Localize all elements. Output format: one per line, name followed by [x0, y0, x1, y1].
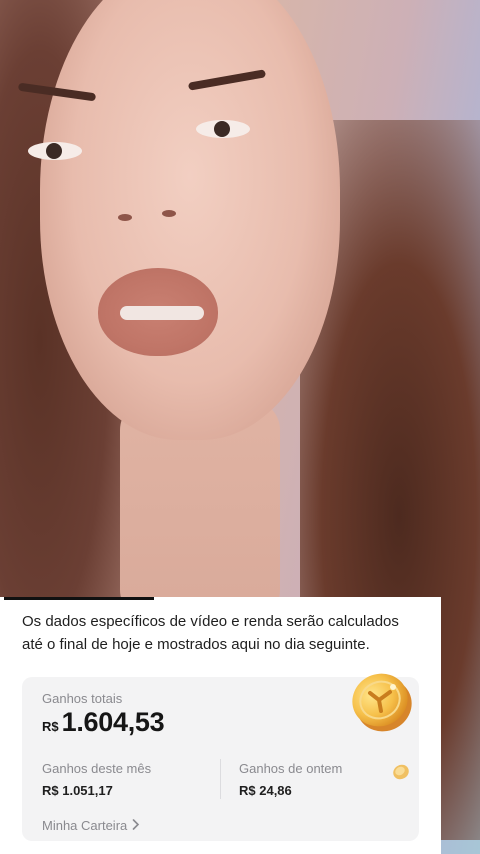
total-earnings-label: Ganhos totais [42, 691, 123, 706]
video-face [40, 0, 340, 440]
video-eye-right [196, 120, 250, 138]
video-nostril-right [162, 210, 176, 217]
video-teeth [120, 306, 204, 320]
video-eye-left [28, 142, 82, 160]
small-coin-icon [392, 763, 410, 781]
currency-symbol: R$ [42, 719, 59, 734]
video-nostril-left [118, 214, 132, 221]
month-earnings-value: R$ 1.051,17 [42, 783, 113, 798]
chevron-right-icon [132, 818, 140, 833]
wallet-link-label: Minha Carteira [42, 818, 128, 833]
gold-coin-icon [348, 667, 416, 735]
stats-divider [220, 759, 221, 799]
video-progress-bar[interactable] [4, 597, 154, 600]
month-earnings-label: Ganhos deste mês [42, 761, 152, 776]
total-earnings-value: R$ 1.604,53 [42, 707, 165, 738]
total-amount: 1.604,53 [61, 707, 165, 737]
earnings-card: Ganhos totais R$ 1.604,53 Ganhos deste m… [22, 673, 419, 841]
notice-line-1: Os dados específicos de vídeo e renda se… [22, 613, 399, 630]
yesterday-earnings-label: Ganhos de ontem [239, 761, 343, 776]
earnings-panel: Os dados específicos de vídeo e renda se… [0, 597, 441, 854]
data-notice: Os dados específicos de vídeo e renda se… [22, 610, 432, 656]
yesterday-earnings-value: R$ 24,86 [239, 783, 292, 798]
my-wallet-link[interactable]: Minha Carteira [42, 818, 140, 833]
notice-line-2: até o final de hoje e mostrados aqui no … [22, 636, 370, 653]
